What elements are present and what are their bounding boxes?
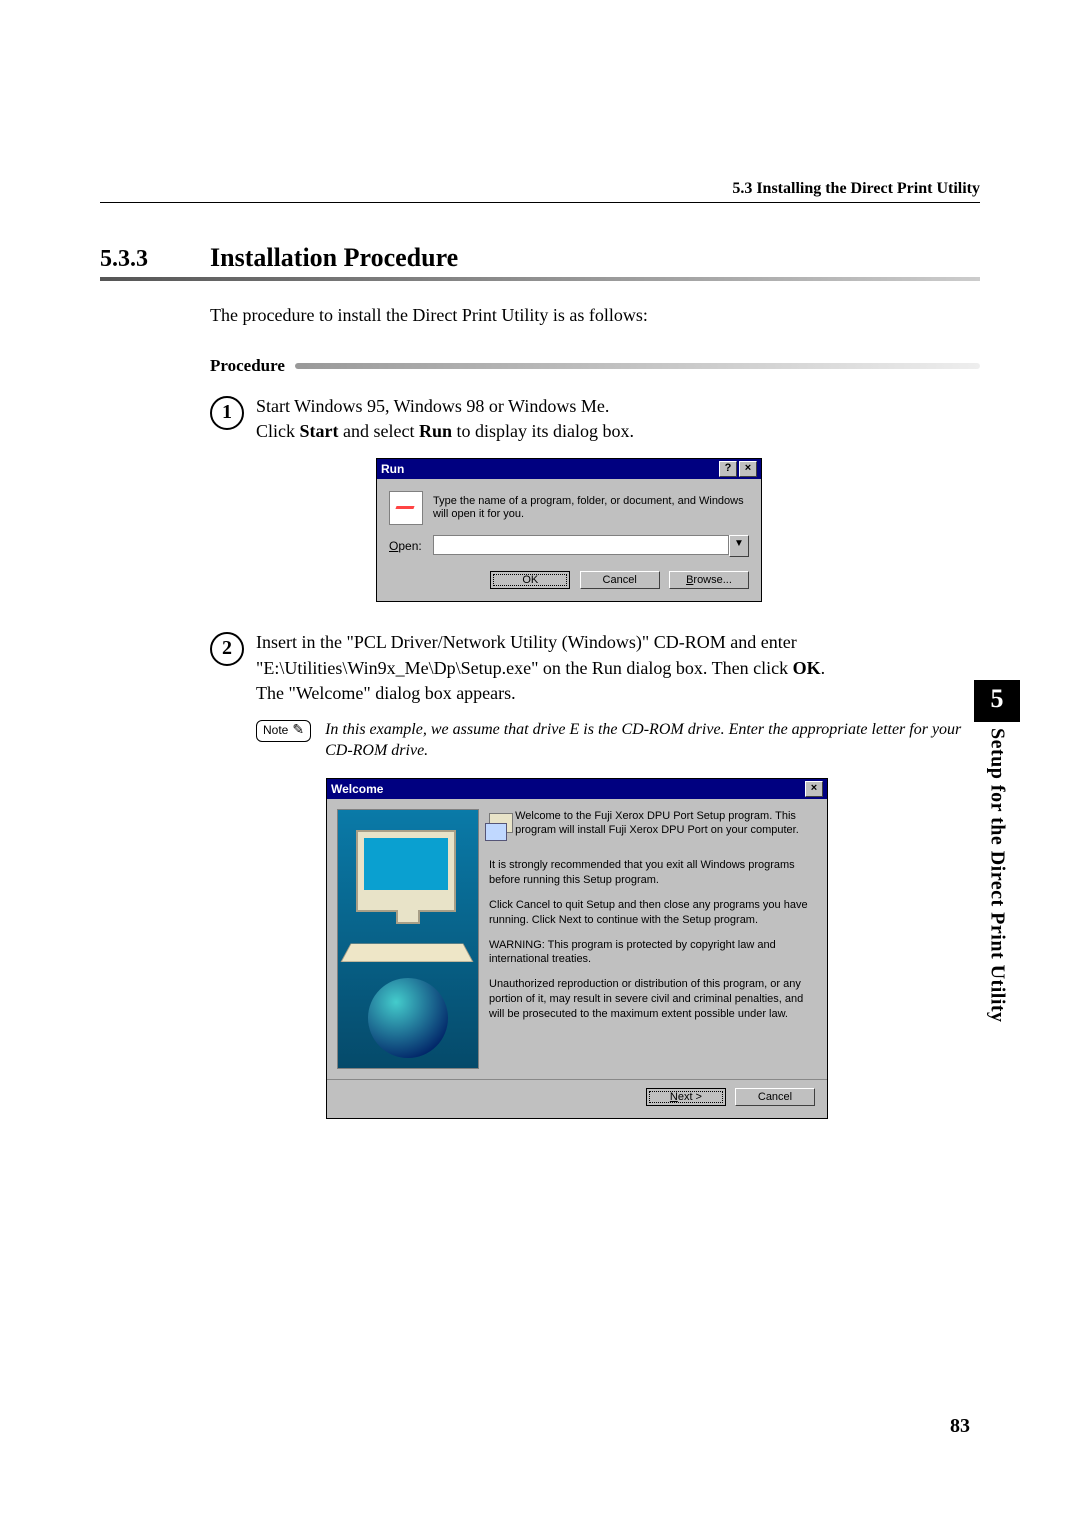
procedure-rule [295, 363, 980, 369]
step-1-number: 1 [210, 396, 244, 430]
step-1-line2c: and select [339, 421, 419, 441]
step-1-start-bold: Start [300, 421, 339, 441]
chapter-number-tab: 5 [974, 680, 1020, 722]
step-2-body: Insert in the "PCL Driver/Network Utilit… [256, 630, 980, 706]
step-2-line1a: Insert in the "PCL Driver/Network Utilit… [256, 632, 797, 677]
welcome-titlebar: Welcome × [327, 779, 827, 799]
section-title: Installation Procedure [210, 243, 458, 273]
run-help-button[interactable]: ? [719, 461, 737, 477]
run-icon [389, 491, 423, 525]
welcome-text-area: Welcome to the Fuji Xerox DPU Port Setup… [489, 809, 817, 1069]
welcome-sidebar-image [337, 809, 479, 1069]
welcome-dialog-figure: Welcome × Welcome to the Fuji Xerox DPU … [256, 778, 980, 1119]
welcome-close-button[interactable]: × [805, 781, 823, 797]
welcome-title: Welcome [331, 782, 383, 796]
setup-icon [489, 809, 507, 843]
keyboard-icon [341, 943, 474, 961]
step-1: 1 Start Windows 95, Windows 98 or Window… [210, 394, 980, 444]
run-close-button[interactable]: × [739, 461, 757, 477]
section-underline [100, 277, 980, 281]
run-cancel-button[interactable]: Cancel [580, 571, 660, 589]
run-dialog-figure: Run ? × Type the name of a program, fold… [256, 458, 980, 602]
welcome-legal: Unauthorized reproduction or distributio… [489, 977, 817, 1022]
step-1-run-bold: Run [419, 421, 452, 441]
step-1-marker: 1 [210, 394, 256, 444]
step-1-line2: Click Start and select Run to display it… [256, 419, 980, 444]
step-1-body: Start Windows 95, Windows 98 or Windows … [256, 394, 980, 444]
note-badge: Note ✎ [256, 720, 311, 742]
welcome-recommend: It is strongly recommended that you exit… [489, 858, 817, 888]
step-2: 2 Insert in the "PCL Driver/Network Util… [210, 630, 980, 706]
step-1-line2a: Click [256, 421, 300, 441]
monitor-icon [356, 830, 456, 912]
procedure-label: Procedure [210, 356, 285, 376]
step-2-line1: Insert in the "PCL Driver/Network Utilit… [256, 630, 980, 680]
side-tab: 5 Setup for the Direct Print Utility [974, 680, 1020, 1028]
chapter-title-vertical: Setup for the Direct Print Utility [986, 728, 1009, 1023]
step-1-line2e: to display its dialog box. [452, 421, 634, 441]
note-text: In this example, we assume that drive E … [325, 720, 980, 762]
step-2-line1c: . [821, 658, 826, 678]
run-browse-button[interactable]: Browse... [669, 571, 749, 589]
run-description: Type the name of a program, folder, or d… [433, 495, 749, 521]
welcome-dialog: Welcome × Welcome to the Fuji Xerox DPU … [326, 778, 828, 1119]
run-open-combobox[interactable]: ▼ [433, 535, 749, 557]
welcome-intro: Welcome to the Fuji Xerox DPU Port Setup… [515, 809, 817, 839]
run-ok-button[interactable]: OK [490, 571, 570, 589]
run-titlebar: Run ? × [377, 459, 761, 479]
run-title: Run [381, 462, 404, 476]
step-2-line2: The "Welcome" dialog box appears. [256, 681, 980, 706]
note-label: Note [263, 723, 288, 737]
globe-icon [368, 978, 448, 1058]
section-heading: 5.3.3 Installation Procedure [100, 243, 980, 273]
welcome-cancel-button[interactable]: Cancel [735, 1088, 815, 1106]
page-number: 83 [950, 1415, 970, 1438]
step-2-marker: 2 [210, 630, 256, 706]
procedure-header: Procedure [210, 356, 980, 376]
section-number: 5.3.3 [100, 246, 210, 273]
run-dialog: Run ? × Type the name of a program, fold… [376, 458, 762, 602]
note-row: Note ✎ In this example, we assume that d… [256, 720, 980, 762]
running-head: 5.3 Installing the Direct Print Utility [100, 180, 980, 203]
run-open-label: Open: [389, 539, 433, 553]
intro-text: The procedure to install the Direct Prin… [210, 305, 980, 326]
welcome-warning: WARNING: This program is protected by co… [489, 938, 817, 968]
run-open-dropdown[interactable]: ▼ [729, 535, 749, 557]
step-2-ok-bold: OK [793, 658, 821, 678]
welcome-next-button[interactable]: Next > [646, 1088, 726, 1106]
run-open-input[interactable] [433, 535, 729, 555]
step-2-number: 2 [210, 632, 244, 666]
note-speech-icon: ✎ [292, 721, 304, 738]
welcome-quit: Click Cancel to quit Setup and then clos… [489, 898, 817, 928]
step-1-line1: Start Windows 95, Windows 98 or Windows … [256, 394, 980, 419]
